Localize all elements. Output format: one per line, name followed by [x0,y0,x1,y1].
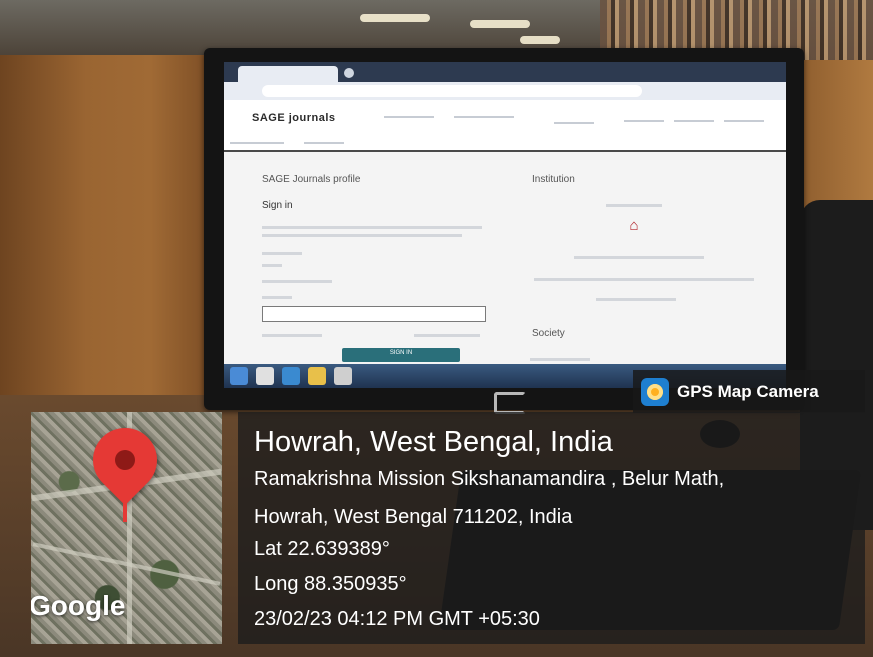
new-tab-icon[interactable] [344,68,354,78]
app-name: GPS Map Camera [677,381,819,401]
monitor-brand-logo [494,392,526,414]
browser-tab[interactable] [238,66,338,82]
password-field[interactable] [262,306,486,322]
address-line-1: Ramakrishna Mission Sikshanamandira , Be… [254,468,725,490]
sub-nav-item[interactable] [304,142,344,144]
nav-item[interactable] [384,116,434,118]
sub-nav-item[interactable] [230,142,284,144]
society-heading: Society [532,328,565,339]
bank-icon: ⌂ [629,217,639,234]
institution-heading: Institution [532,174,575,185]
text-line [574,256,704,259]
forgot-password-link[interactable] [414,334,480,337]
text-line [534,278,754,281]
location-pin-tail [123,492,127,522]
map-thumbnail: Google [31,412,222,644]
url-field[interactable] [262,85,642,97]
google-attribution: Google [31,590,126,621]
longitude: Long 88.350935° [254,573,407,595]
sign-in-label: Sign in [262,200,293,211]
location-info-panel: Howrah, West Bengal, India Ramakrishna M… [238,412,865,644]
nav-item[interactable] [554,122,594,124]
text-line [606,204,662,207]
sub-navigation [224,136,786,152]
ceiling-light [520,36,560,44]
wooden-partition-left [0,55,215,415]
latitude: Lat 22.639389° [254,538,390,560]
browser-tab-bar [224,62,786,82]
location-title: Howrah, West Bengal, India [254,426,613,458]
nav-item[interactable] [674,120,714,122]
start-button-icon[interactable] [230,367,248,385]
profile-heading: SAGE Journals profile [262,174,361,185]
nav-item[interactable] [724,120,764,122]
profile-panel: SAGE Journals profile Sign in SIGN IN [254,168,502,378]
sage-logo[interactable]: SAGE journals [252,112,336,124]
sign-in-button[interactable]: SIGN IN [342,348,460,362]
email-field[interactable] [262,280,332,283]
remember-me-checkbox[interactable] [262,334,322,337]
ceiling-light [470,20,530,28]
text-line [530,358,590,361]
ie-icon[interactable] [282,367,300,385]
address-bar [224,82,786,101]
monitor-screen: SAGE journals SAGE Journals profile Sign… [224,62,786,388]
nav-item[interactable] [454,116,514,118]
media-icon[interactable] [334,367,352,385]
site-header: SAGE journals [224,100,786,137]
ceiling-light [360,14,430,22]
text-line [262,296,292,299]
gps-map-camera-badge: GPS Map Camera [633,370,865,413]
sign-in-button-label: SIGN IN [389,350,413,356]
institution-panel: Institution ⌂ Society [524,168,779,378]
text-line [262,264,282,267]
text-line [262,226,482,229]
gps-map-camera-icon [641,377,669,406]
text-line [262,234,462,237]
nav-item[interactable] [624,120,664,122]
folder-icon[interactable] [308,367,326,385]
address-line-2: Howrah, West Bengal 711202, India [254,506,573,528]
access-link[interactable] [596,298,676,301]
timestamp: 23/02/23 04:12 PM GMT +05:30 [254,608,540,630]
text-line [262,252,302,255]
browser-icon[interactable] [256,367,274,385]
